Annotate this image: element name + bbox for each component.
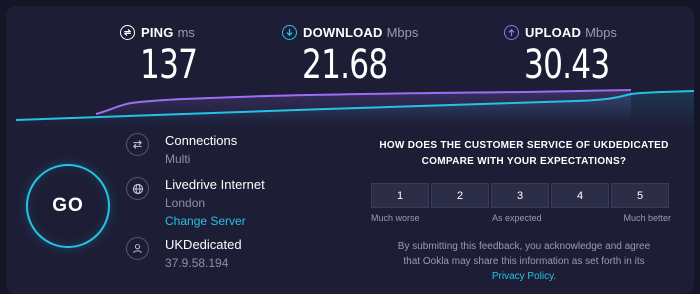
survey-question-line2: COMPARE WITH YOUR EXPECTATIONS? <box>421 156 627 167</box>
globe-icon <box>126 177 149 200</box>
rating-option-3[interactable]: 3 <box>491 183 549 208</box>
disclaimer-end: . <box>553 271 557 282</box>
rating-option-5[interactable]: 5 <box>611 183 669 208</box>
rating-scale-labels: Much worse As expected Much better <box>371 213 671 227</box>
upload-label: UPLOAD <box>525 24 582 40</box>
rating-scale: 1 2 3 4 5 <box>371 183 671 208</box>
connections-value: Multi <box>165 152 191 166</box>
server-name: Livedrive Internet <box>165 177 265 192</box>
ping-icon <box>120 24 135 40</box>
download-unit: Mbps <box>386 24 419 40</box>
provider-ip: 37.9.58.194 <box>165 256 229 270</box>
survey-question: HOW DOES THE CUSTOMER SERVICE OF UKDEDIC… <box>358 138 690 170</box>
download-metric: DOWNLOAD Mbps 21.68 <box>282 22 418 86</box>
speed-graph <box>15 89 694 128</box>
upload-arrow-icon <box>504 24 519 40</box>
rating-mid-label: As expected <box>492 213 542 223</box>
rating-low-label: Much worse <box>371 213 420 223</box>
ping-metric: PING ms 137 <box>120 22 213 86</box>
connections-title: Connections <box>165 133 238 148</box>
rating-option-2[interactable]: 2 <box>431 183 489 208</box>
privacy-policy-link[interactable]: Privacy Policy <box>492 271 554 282</box>
feedback-survey: HOW DOES THE CUSTOMER SERVICE OF UKDEDIC… <box>358 138 690 284</box>
speedtest-result-panel: PING ms 137 DOWNLOAD Mbps 21.68 UPLOAD M… <box>6 6 694 294</box>
upload-metric: UPLOAD Mbps 30.43 <box>504 22 634 86</box>
change-server-link[interactable]: Change Server <box>165 212 265 230</box>
upload-header: UPLOAD Mbps <box>504 22 634 42</box>
ping-label: PING <box>141 24 174 40</box>
ping-unit: ms <box>177 24 195 40</box>
connections-icon <box>126 133 149 156</box>
server-info: Livedrive Internet London Change Server <box>126 176 265 230</box>
rating-option-1[interactable]: 1 <box>371 183 429 208</box>
provider-name: UKDedicated <box>165 237 242 252</box>
download-arrow-icon <box>282 24 297 40</box>
disclaimer-line1: By submitting this feedback, you acknowl… <box>397 241 651 252</box>
server-location: London <box>165 196 206 210</box>
disclaimer-line2: that Ookla may share this information as… <box>403 256 645 267</box>
go-button[interactable]: GO <box>26 164 110 248</box>
connections-info: Connections Multi <box>126 132 237 168</box>
upload-unit: Mbps <box>585 24 617 40</box>
feedback-disclaimer: By submitting this feedback, you acknowl… <box>358 239 690 284</box>
go-label: GO <box>52 195 84 216</box>
ping-header: PING ms <box>120 22 213 42</box>
user-icon <box>126 237 149 260</box>
rating-option-4[interactable]: 4 <box>551 183 609 208</box>
provider-info: UKDedicated 37.9.58.194 <box>126 236 242 272</box>
survey-question-line1: HOW DOES THE CUSTOMER SERVICE OF UKDEDIC… <box>379 140 669 151</box>
download-label: DOWNLOAD <box>303 24 383 40</box>
rating-high-label: Much better <box>623 213 671 223</box>
download-header: DOWNLOAD Mbps <box>282 22 418 42</box>
